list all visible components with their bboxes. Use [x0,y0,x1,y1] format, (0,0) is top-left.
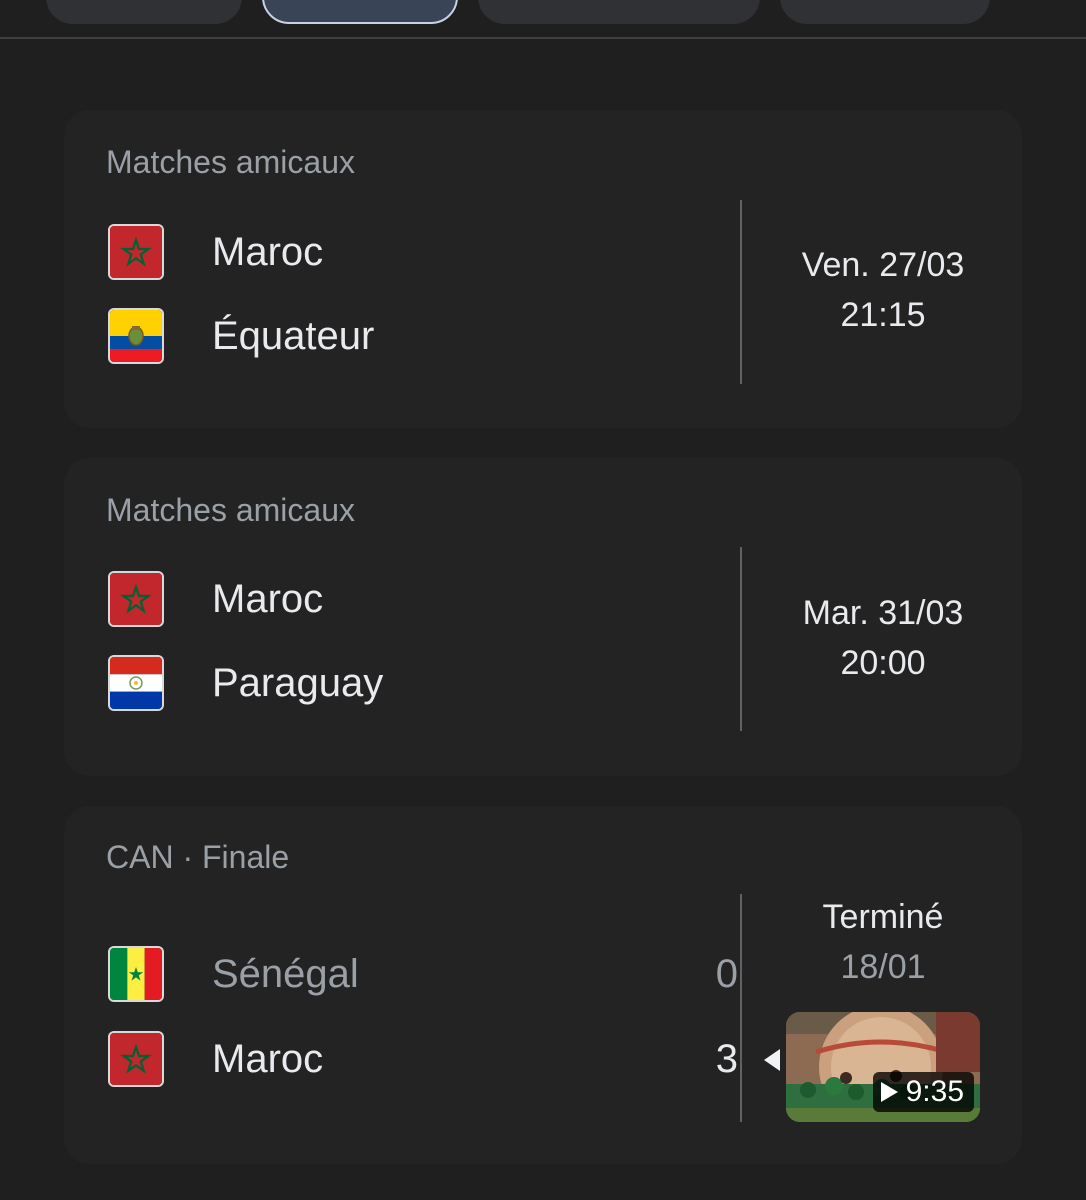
match-datetime: Ven. 27/03 21:15 [754,240,1012,340]
morocco-flag-icon [108,1031,164,1087]
filter-tab-2-active[interactable] [262,0,458,24]
match-status: Terminé [822,898,944,936]
match-datetime: Mar. 31/03 20:00 [754,588,1012,688]
highlights-video-thumbnail[interactable]: 9:35 [786,1012,980,1122]
match-result-info: Terminé 18/01 [754,892,1012,992]
filter-tab-bar [0,0,1086,39]
match-card[interactable]: CAN · Finale Sénégal 0 Maroc 3 Terminé 1… [64,806,1022,1164]
match-date: Ven. 27/03 [801,246,965,284]
team-name: Maroc [212,1037,324,1081]
filter-tab-1[interactable] [46,0,242,24]
team-score: 0 [715,952,738,996]
team-row: Sénégal 0 [108,946,738,1006]
match-time: 20:00 [840,644,926,682]
match-time: 21:15 [840,296,926,334]
team-score: 3 [715,1037,738,1081]
team-name: Équateur [212,314,375,358]
match-date: Mar. 31/03 [802,594,964,632]
team-row: Maroc [108,224,708,284]
team-name: Sénégal [212,952,359,996]
morocco-flag-icon [108,571,164,627]
divider [740,200,742,384]
video-duration: 9:35 [905,1075,964,1108]
play-icon [880,1082,898,1102]
team-row: Maroc [108,571,708,631]
match-card[interactable]: Matches amicaux Maroc Équateur Ven. 27/0… [64,110,1022,428]
video-duration-badge: 9:35 [872,1072,974,1112]
paraguay-flag-icon [108,655,164,711]
match-card[interactable]: Matches amicaux Maroc Paraguay Mar. 31/0… [64,458,1022,776]
divider [740,894,742,1122]
competition-label: CAN · Finale [106,839,290,875]
ecuador-flag-icon [108,308,164,364]
competition-label: Matches amicaux [106,492,355,528]
divider [740,547,742,731]
senegal-flag-icon [108,946,164,1002]
team-row: Équateur [108,308,708,368]
team-name: Maroc [212,230,324,274]
match-date: 18/01 [840,948,926,986]
morocco-flag-icon [108,224,164,280]
team-name: Paraguay [212,661,384,705]
team-row: Maroc 3 [108,1031,780,1091]
filter-tab-3[interactable] [478,0,760,24]
team-name: Maroc [212,577,324,621]
competition-label: Matches amicaux [106,144,355,180]
filter-tab-4[interactable] [780,0,990,24]
team-row: Paraguay [108,655,708,715]
winner-marker-icon [764,1049,780,1071]
